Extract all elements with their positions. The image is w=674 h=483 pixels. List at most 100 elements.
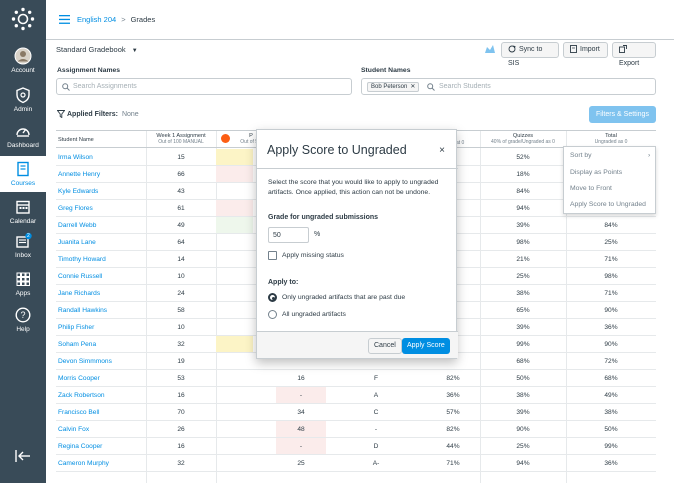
grade-cell-c2[interactable]: - xyxy=(276,392,326,399)
grade-cell-w1[interactable]: 43 xyxy=(146,188,216,195)
nav-item-admin[interactable]: Admin xyxy=(0,86,46,114)
export-button[interactable]: Export xyxy=(612,42,656,67)
canvas-logo-icon[interactable] xyxy=(11,7,35,31)
student-name-link[interactable]: Timothy Howard xyxy=(58,256,106,263)
grade-cell-c4[interactable]: 82% xyxy=(426,375,480,382)
apply-missing-checkbox[interactable] xyxy=(268,251,277,260)
grade-cell-w1[interactable]: 53 xyxy=(146,375,216,382)
grade-cell-quiz[interactable]: 39% xyxy=(480,409,566,416)
grade-cell-w1[interactable]: 49 xyxy=(146,222,216,229)
grade-cell-total[interactable]: 71% xyxy=(566,290,656,297)
grade-cell-c3[interactable]: F xyxy=(326,375,426,382)
grade-cell-total[interactable]: 49% xyxy=(566,392,656,399)
grade-cell-quiz[interactable]: 90% xyxy=(480,426,566,433)
close-icon[interactable]: × xyxy=(439,145,445,156)
grade-cell-quiz[interactable]: 25% xyxy=(480,273,566,280)
student-name-link[interactable]: Soham Pena xyxy=(58,341,96,348)
student-name-link[interactable]: Annette Henry xyxy=(58,171,100,178)
grade-cell-total[interactable]: 90% xyxy=(566,307,656,314)
grade-cell-quiz[interactable]: 99% xyxy=(480,341,566,348)
grade-cell-c2[interactable]: 48 xyxy=(276,426,326,433)
student-name-link[interactable]: Kyle Edwards xyxy=(58,188,98,195)
nav-item-apps[interactable]: Apps xyxy=(0,270,46,298)
student-search-input[interactable]: Bob Peterson ✕ Search Students xyxy=(361,78,656,95)
grade-cell-c2[interactable]: - xyxy=(276,443,326,450)
student-name-link[interactable]: Greg Flores xyxy=(58,205,93,212)
grade-cell-c3[interactable]: D xyxy=(326,443,426,450)
nav-item-dashboard[interactable]: Dashboard xyxy=(0,122,46,150)
hamburger-menu-icon[interactable] xyxy=(59,15,70,24)
grade-cell-w1[interactable]: 66 xyxy=(146,171,216,178)
nav-item-courses[interactable]: Courses xyxy=(0,156,46,192)
nav-item-inbox[interactable]: 2 Inbox xyxy=(0,232,46,260)
student-name-link[interactable]: Cameron Murphy xyxy=(58,460,109,467)
header-student-name[interactable]: Student Name xyxy=(58,137,94,143)
header-quizzes[interactable]: Quizzes 40% of grade/Ungraded as 0 xyxy=(480,133,566,145)
student-name-link[interactable]: Francisco Bell xyxy=(58,409,99,416)
sync-to-sis-button[interactable]: Sync to SIS xyxy=(501,42,559,67)
grade-cell-quiz[interactable]: 68% xyxy=(480,358,566,365)
student-filter-chip[interactable]: Bob Peterson ✕ xyxy=(367,82,420,92)
grade-cell-c2[interactable]: 16 xyxy=(276,375,326,382)
student-name-link[interactable]: Irma Wilson xyxy=(58,154,93,161)
grade-cell-c2[interactable]: 34 xyxy=(276,409,326,416)
grade-cell-quiz[interactable]: 94% xyxy=(480,460,566,467)
grade-cell-w1[interactable]: 16 xyxy=(146,392,216,399)
grade-cell-quiz[interactable]: 65% xyxy=(480,307,566,314)
filters-settings-button[interactable]: Filters & Settings xyxy=(589,106,656,123)
student-name-link[interactable]: Zack Robertson xyxy=(58,392,105,399)
grade-cell-total[interactable]: 71% xyxy=(566,256,656,263)
header-week1-assignment[interactable]: Week 1 Assignment Out of 100 MANUAL xyxy=(146,133,216,145)
grade-cell-quiz[interactable]: 21% xyxy=(480,256,566,263)
grade-cell-total[interactable]: 84% xyxy=(566,222,656,229)
grade-cell-w1[interactable]: 19 xyxy=(146,358,216,365)
grade-cell-w1[interactable]: 58 xyxy=(146,307,216,314)
breadcrumb-course-link[interactable]: English 204 xyxy=(77,15,116,24)
grade-cell-w1[interactable]: 32 xyxy=(146,460,216,467)
grade-cell-quiz[interactable]: 38% xyxy=(480,392,566,399)
grade-cell-total[interactable]: 38% xyxy=(566,409,656,416)
student-name-link[interactable]: Juanita Lane xyxy=(58,239,96,246)
nav-item-calendar[interactable]: Calendar xyxy=(0,198,46,225)
grade-cell-total[interactable]: 25% xyxy=(566,239,656,246)
menu-item-display-as-points[interactable]: Display as Points xyxy=(570,169,622,176)
grade-cell-c3[interactable]: C xyxy=(326,409,426,416)
student-name-link[interactable]: Calvin Fox xyxy=(58,426,89,433)
grade-cell-w1[interactable]: 61 xyxy=(146,205,216,212)
grade-cell-quiz[interactable]: 38% xyxy=(480,290,566,297)
nav-item-account[interactable]: Account xyxy=(0,47,46,77)
student-name-link[interactable]: Randall Hawkins xyxy=(58,307,107,314)
grade-cell-quiz[interactable]: 52% xyxy=(480,154,566,161)
grade-cell-w1[interactable]: 64 xyxy=(146,239,216,246)
grade-cell-w1[interactable]: 15 xyxy=(146,154,216,161)
student-name-link[interactable]: Darrell Webb xyxy=(58,222,96,229)
menu-item-apply-score-to-ungraded[interactable]: Apply Score to Ungraded xyxy=(570,201,646,208)
student-name-link[interactable]: Jane Richards xyxy=(58,290,100,297)
grade-cell-w1[interactable]: 10 xyxy=(146,324,216,331)
radio-past-due[interactable] xyxy=(268,293,277,302)
grade-cell-quiz[interactable]: 98% xyxy=(480,239,566,246)
grade-cell-c4[interactable]: 36% xyxy=(426,392,480,399)
cancel-button[interactable]: Cancel xyxy=(368,338,402,354)
grade-cell-c3[interactable]: A- xyxy=(326,460,426,467)
student-name-link[interactable]: Connie Russell xyxy=(58,273,102,280)
grade-cell-total[interactable]: 68% xyxy=(566,375,656,382)
grade-cell-quiz[interactable]: 94% xyxy=(480,205,566,212)
grade-input[interactable]: 50 xyxy=(268,227,309,243)
grade-cell-total[interactable]: 36% xyxy=(566,324,656,331)
menu-item-sort-by[interactable]: Sort by › xyxy=(570,152,650,159)
header-total[interactable]: Total Ungraded as 0 xyxy=(566,133,656,145)
grade-cell-c3[interactable]: - xyxy=(326,426,426,433)
grade-cell-w1[interactable]: 70 xyxy=(146,409,216,416)
grade-cell-w1[interactable]: 14 xyxy=(146,256,216,263)
grade-cell-c2[interactable]: 25 xyxy=(276,460,326,467)
radio-all-ungraded[interactable] xyxy=(268,310,277,319)
grade-cell-total[interactable]: 50% xyxy=(566,426,656,433)
grade-cell-total[interactable]: 72% xyxy=(566,358,656,365)
assignment-search-input[interactable]: Search Assignments xyxy=(56,78,352,95)
grade-cell-w1[interactable]: 16 xyxy=(146,443,216,450)
grade-cell-w1[interactable]: 26 xyxy=(146,426,216,433)
apply-score-button[interactable]: Apply Score xyxy=(402,338,450,354)
grade-cell-quiz[interactable]: 25% xyxy=(480,443,566,450)
grade-cell-w1[interactable]: 24 xyxy=(146,290,216,297)
